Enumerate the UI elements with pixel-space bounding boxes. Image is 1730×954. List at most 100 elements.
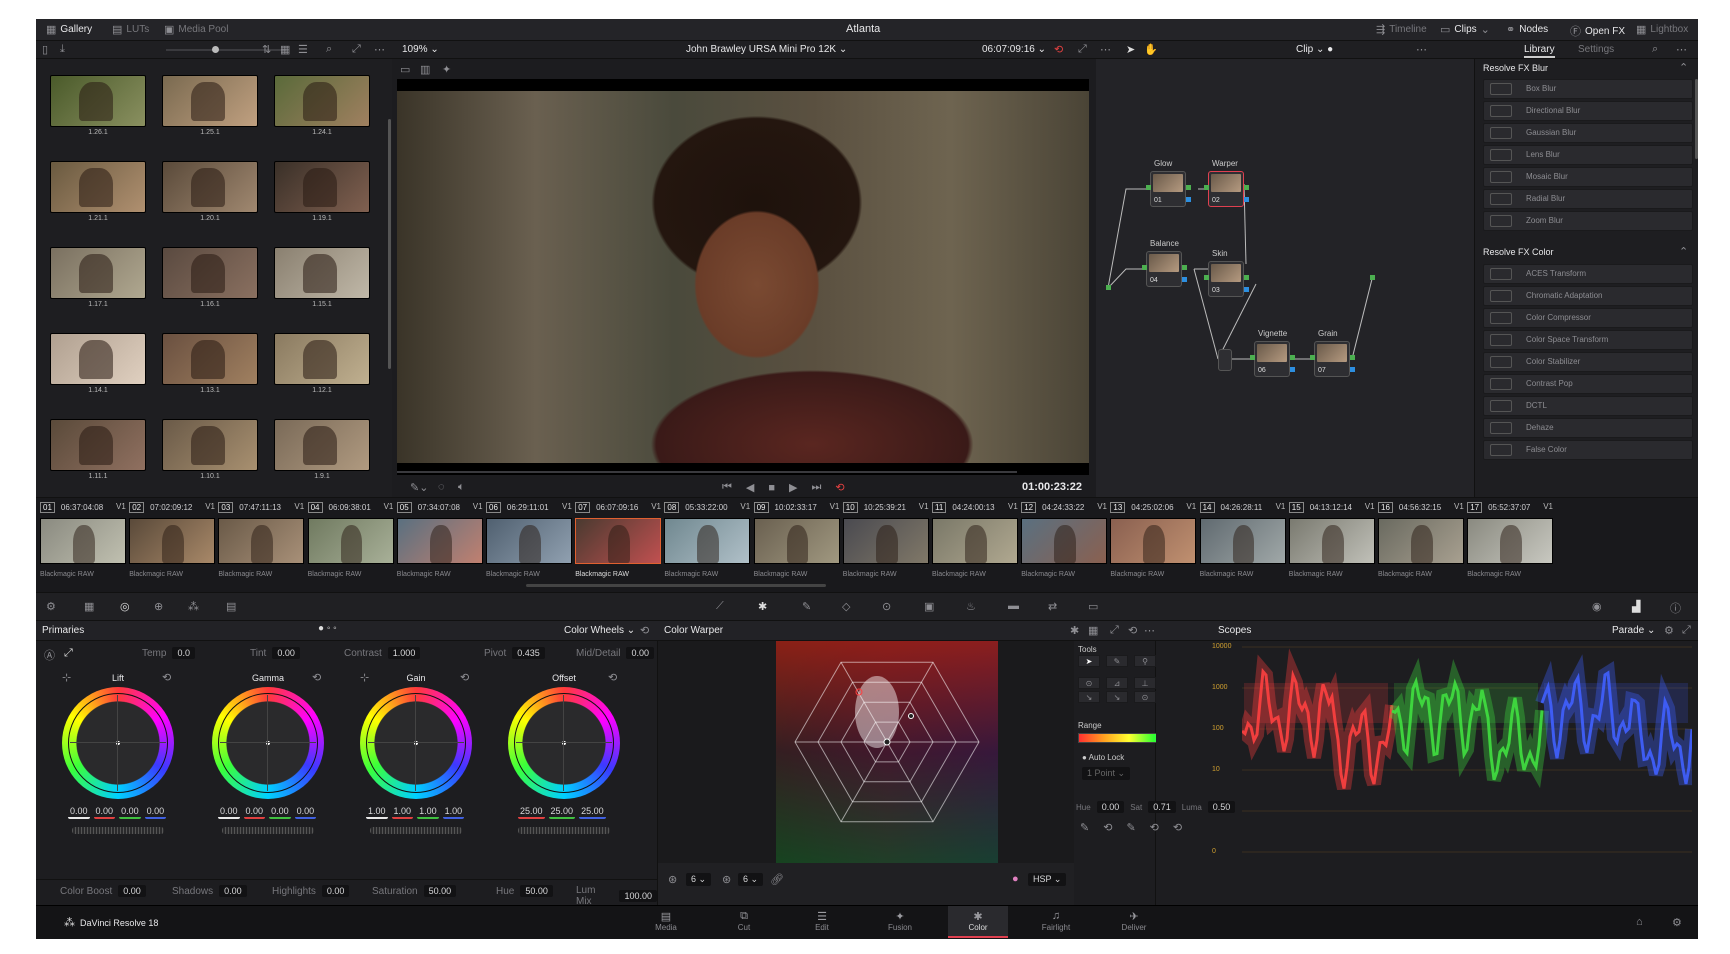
mesh-control-point[interactable] bbox=[883, 738, 891, 746]
home-icon[interactable]: ⌂ bbox=[1636, 916, 1643, 928]
gamma-wheel[interactable] bbox=[212, 687, 324, 799]
node-output[interactable] bbox=[1244, 275, 1249, 280]
reset-icon[interactable]: ⟲ bbox=[608, 671, 617, 684]
lummix-control[interactable]: Lum Mix 100.00 bbox=[576, 885, 657, 907]
page-tab-fairlight[interactable]: ♫ Fairlight bbox=[1026, 906, 1086, 938]
clip-thumbnail[interactable] bbox=[753, 518, 840, 564]
gain-master-wheel[interactable] bbox=[370, 827, 462, 834]
source-input[interactable] bbox=[1106, 285, 1111, 290]
more-icon[interactable]: ⋯ bbox=[1144, 624, 1155, 637]
viewer-mode-icon[interactable]: ▭ bbox=[400, 63, 410, 76]
node-grain[interactable]: 07 bbox=[1314, 341, 1350, 377]
panel-toggle-icon[interactable]: ▯ bbox=[42, 43, 48, 56]
channel-value[interactable]: 1.00 bbox=[366, 805, 388, 819]
gallery-still[interactable] bbox=[162, 75, 258, 127]
node-output[interactable] bbox=[1186, 185, 1191, 190]
clip-thumbnail[interactable] bbox=[1467, 518, 1554, 564]
info-icon[interactable]: ⓘ bbox=[1670, 600, 1681, 616]
channel-value[interactable]: 1.00 bbox=[442, 805, 465, 819]
hue-control[interactable]: Hue 50.00 bbox=[496, 885, 553, 897]
gallery-still[interactable] bbox=[50, 419, 146, 471]
clip-thumbnail[interactable] bbox=[40, 518, 126, 564]
warper-tool-icon[interactable]: ➤ bbox=[1078, 655, 1100, 667]
point-select[interactable]: 1 Point ⌄ bbox=[1082, 767, 1131, 780]
temp-control[interactable]: Temp 0.0 bbox=[142, 647, 195, 659]
channel-value[interactable]: 0.00 bbox=[269, 805, 291, 819]
skip-start-icon[interactable]: ⏮︎ bbox=[722, 481, 732, 494]
fx-blur-item[interactable]: Zoom Blur bbox=[1483, 211, 1693, 231]
node-output[interactable] bbox=[1244, 185, 1249, 190]
timeline-toggle[interactable]: ⇶ Timeline bbox=[1376, 23, 1427, 36]
key-icon[interactable]: ▬ bbox=[1008, 600, 1019, 612]
blur-icon[interactable]: ♨ bbox=[966, 600, 976, 613]
gallery-still[interactable] bbox=[162, 161, 258, 213]
stop-icon[interactable]: ■ bbox=[768, 482, 775, 494]
clip-thumbnail[interactable] bbox=[396, 518, 483, 564]
camera-raw-icon[interactable]: ⚙ bbox=[46, 600, 56, 613]
pointer-icon[interactable]: ➤ bbox=[1126, 43, 1135, 56]
zoom-select[interactable]: 109% ⌄ bbox=[402, 44, 439, 55]
split-view-icon[interactable]: ▥ bbox=[420, 63, 430, 76]
tint-control[interactable]: Tint 0.00 bbox=[250, 647, 300, 659]
pin-icon[interactable]: ✎ bbox=[1080, 821, 1089, 834]
fx-color-item[interactable]: ACES Transform bbox=[1483, 264, 1693, 284]
channel-value[interactable]: 0.00 bbox=[68, 805, 90, 819]
clip-thumbnail[interactable] bbox=[486, 518, 572, 564]
node-key-output[interactable] bbox=[1186, 197, 1191, 202]
more-icon[interactable]: ⋯ bbox=[1100, 43, 1111, 56]
settings-tab[interactable]: Settings bbox=[1578, 44, 1614, 55]
reset-icon[interactable]: ⟲ bbox=[460, 671, 469, 684]
autolock-toggle[interactable]: ● Auto Lock bbox=[1082, 753, 1124, 762]
shadows-control[interactable]: Shadows 0.00 bbox=[172, 885, 247, 897]
sort-icon[interactable]: ⇅ bbox=[262, 43, 271, 56]
crosshair-icon[interactable]: ⊹ bbox=[62, 671, 71, 684]
warper-tool-icon[interactable]: ⚲ bbox=[1134, 655, 1156, 667]
primaries-mode-select[interactable]: Color Wheels ⌄ bbox=[564, 625, 635, 636]
grid-chroma-icon[interactable]: ▦ bbox=[1088, 624, 1098, 637]
mesh-control-point[interactable] bbox=[908, 713, 914, 719]
fx-blur-item[interactable]: Lens Blur bbox=[1483, 145, 1693, 165]
chevron-up-icon[interactable]: ⌃ bbox=[1679, 245, 1688, 258]
wand-icon[interactable]: ✦ bbox=[442, 63, 451, 76]
scrubber[interactable] bbox=[397, 471, 1017, 473]
reset-icon[interactable]: ⟲ bbox=[162, 671, 171, 684]
gallery-still[interactable] bbox=[162, 247, 258, 299]
fx-color-item[interactable]: Color Compressor bbox=[1483, 308, 1693, 328]
channel-value[interactable]: 0.00 bbox=[119, 805, 141, 819]
color-match-icon[interactable]: ▦ bbox=[84, 600, 94, 613]
node-key-output[interactable] bbox=[1350, 367, 1355, 372]
lift-master-wheel[interactable] bbox=[72, 827, 164, 834]
warper-tool-icon[interactable]: ⊿ bbox=[1106, 677, 1128, 689]
slider-handle[interactable] bbox=[212, 46, 219, 53]
warper-tool-icon[interactable]: ⊙ bbox=[1134, 691, 1156, 703]
curves-icon[interactable]: ⟋ bbox=[716, 600, 724, 613]
channel-value[interactable]: 1.00 bbox=[391, 805, 414, 819]
node-output[interactable] bbox=[1290, 355, 1295, 360]
channel-value[interactable]: 25.00 bbox=[518, 805, 545, 819]
channel-value[interactable]: 0.00 bbox=[144, 805, 167, 819]
node-mixer[interactable] bbox=[1218, 349, 1232, 371]
fx-blur-item[interactable]: Box Blur bbox=[1483, 79, 1693, 99]
more-icon[interactable]: ⋯ bbox=[1416, 43, 1427, 56]
page-tab-color[interactable]: ✱ Color bbox=[948, 906, 1008, 938]
channel-value[interactable]: 1.00 bbox=[417, 805, 439, 819]
3d-icon[interactable]: ▭ bbox=[1088, 600, 1098, 613]
loop-icon[interactable]: ⟲ bbox=[835, 481, 844, 494]
page-tab-edit[interactable]: ☰ Edit bbox=[792, 906, 852, 938]
contrast-control[interactable]: Contrast 1.000 bbox=[344, 647, 421, 659]
warper-mesh[interactable] bbox=[776, 641, 998, 863]
node-input[interactable] bbox=[1250, 355, 1255, 360]
warper-canvas[interactable] bbox=[658, 641, 1074, 863]
list-view-icon[interactable]: ☰ bbox=[298, 43, 308, 56]
qualifier-icon[interactable]: ✎ bbox=[802, 600, 811, 613]
warper-tool-icon[interactable]: ✎ bbox=[1106, 655, 1128, 667]
window-icon[interactable]: ◇ bbox=[842, 600, 850, 613]
video-frame[interactable] bbox=[397, 79, 1089, 475]
node-key-output[interactable] bbox=[1244, 287, 1249, 292]
chevron-up-icon[interactable]: ⌃ bbox=[1679, 61, 1688, 74]
tracker-icon[interactable]: ⊙ bbox=[882, 600, 891, 613]
expand-icon[interactable]: ⤢ bbox=[1078, 43, 1087, 56]
link-icon[interactable]: 🔗︎ bbox=[770, 873, 784, 886]
scope-settings-icon[interactable]: ⚙ bbox=[1664, 624, 1674, 637]
gallery-still[interactable] bbox=[274, 247, 370, 299]
